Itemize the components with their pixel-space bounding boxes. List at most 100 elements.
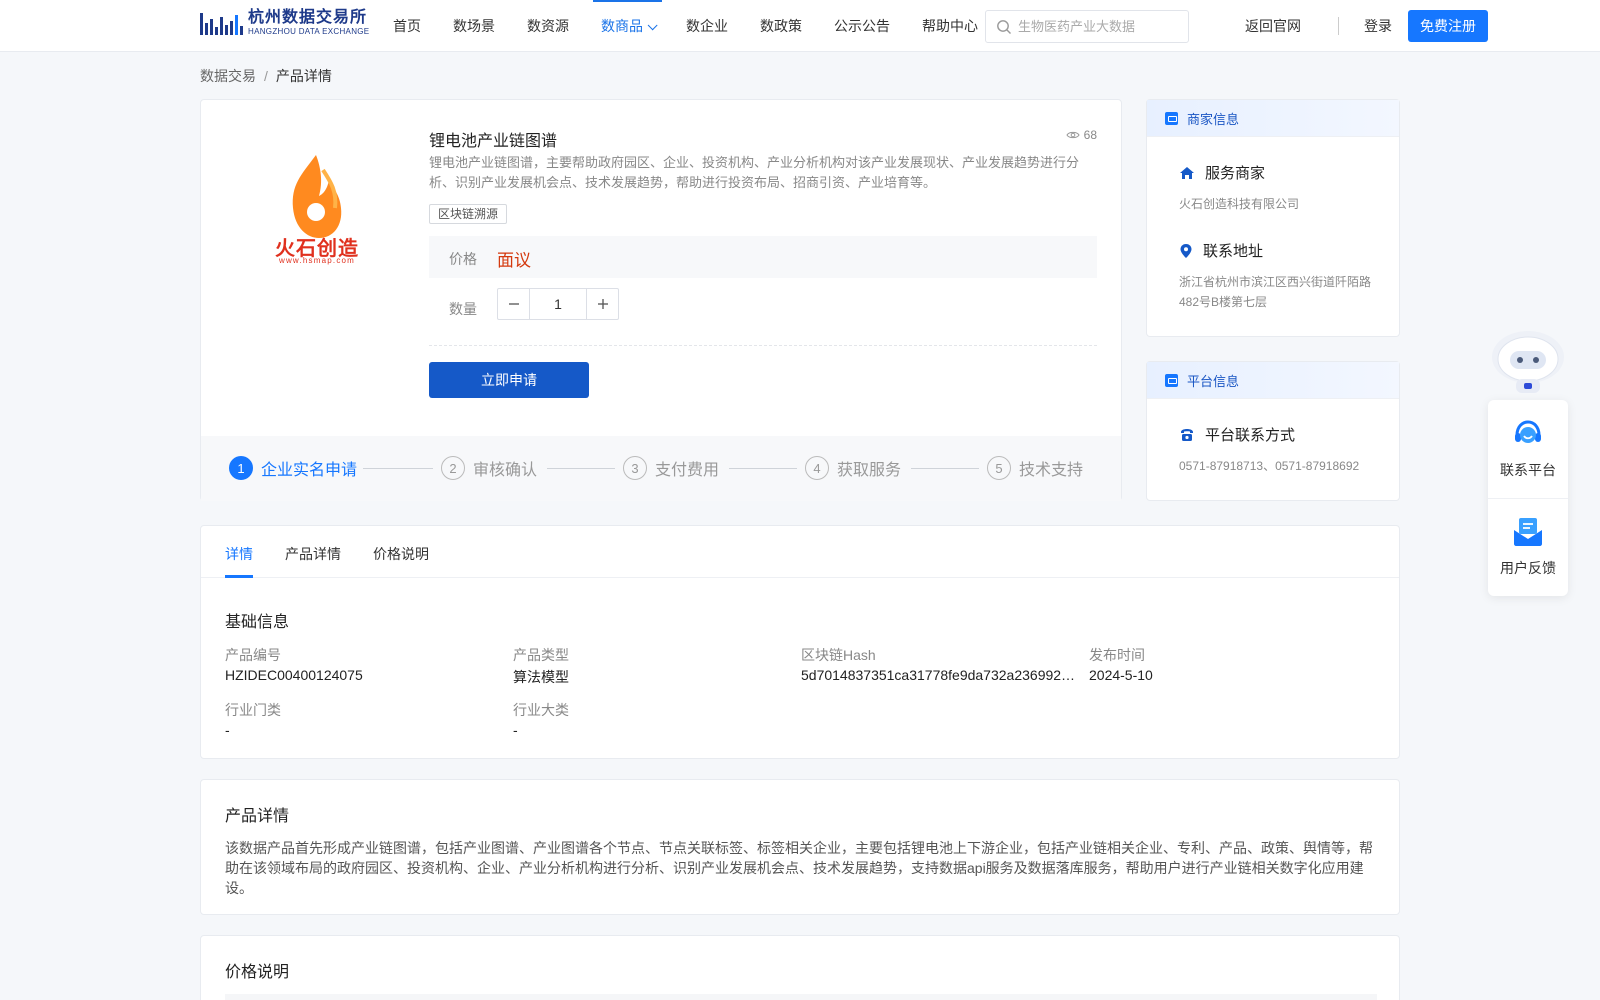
price-value: 面议 <box>497 251 531 270</box>
nav-enterprises[interactable]: 数企业 <box>678 0 736 52</box>
nav-home[interactable]: 首页 <box>385 0 429 52</box>
process-steps: 1 企业实名申请 2 审核确认 3 支付费用 4 获取服务 5 技术支持 <box>201 436 1121 501</box>
nav-help[interactable]: 帮助中心 <box>914 0 986 52</box>
merchant-info-title: 商家信息 <box>1187 111 1240 127</box>
field-label: 区块链Hash <box>801 647 876 663</box>
step-2: 2 审核确认 <box>441 456 537 480</box>
minus-icon <box>508 303 519 305</box>
details-card: 详情 产品详情 价格说明 基础信息 产品编号 HZIDEC00400124075… <box>200 525 1400 759</box>
platform-icon <box>1165 373 1178 387</box>
field-label: 行业门类 <box>225 702 281 718</box>
product-type-value: 算法模型 <box>513 669 569 685</box>
search-input[interactable] <box>1018 19 1178 34</box>
merchant-info-card: 商家信息 服务商家 火石创造科技有限公司 联系地址 浙江省杭州市滨江区西兴街道阡… <box>1146 99 1400 337</box>
quantity-stepper: 1 <box>497 288 619 320</box>
step-5: 5 技术支持 <box>987 456 1083 480</box>
platform-info-title: 平台信息 <box>1187 373 1240 389</box>
product-detail-title: 产品详情 <box>225 808 290 825</box>
detail-tabs: 详情 产品详情 价格说明 <box>201 526 1399 578</box>
tab-details[interactable]: 详情 <box>225 544 253 564</box>
nav-resources[interactable]: 数资源 <box>519 0 577 52</box>
contact-platform-button[interactable]: 联系平台 <box>1488 400 1568 498</box>
site-logo[interactable]: 杭州数据交易所 HANGZHOU DATA EXCHANGE <box>200 9 369 37</box>
platform-contact-value: 0571-87918713、0571-87918692 <box>1179 459 1360 473</box>
contact-platform-label: 联系平台 <box>1500 462 1556 478</box>
decrement-button[interactable] <box>498 289 529 319</box>
industry-category-value: - <box>225 722 230 738</box>
price-description-table <box>225 994 1377 1000</box>
step-4: 4 获取服务 <box>805 456 901 480</box>
home-icon <box>1180 166 1194 179</box>
product-title: 锂电池产业链图谱 <box>429 133 558 150</box>
field-label: 行业大类 <box>513 702 569 718</box>
industry-class-value: - <box>513 722 518 738</box>
divider <box>429 345 1097 346</box>
step-label: 审核确认 <box>473 462 538 479</box>
field-label: 发布时间 <box>1089 647 1145 663</box>
location-pin-icon <box>1180 243 1192 258</box>
view-count: 68 <box>1066 128 1097 142</box>
address-title: 联系地址 <box>1179 240 1263 261</box>
nav-products[interactable]: 数商品 <box>593 0 662 52</box>
address-value: 浙江省杭州市滨江区西兴街道阡陌路482号B楼第七层 <box>1179 275 1372 309</box>
breadcrumb-parent[interactable]: 数据交易 <box>200 68 256 84</box>
step-number: 5 <box>987 456 1011 480</box>
floating-service-panel: 联系平台 用户反馈 <box>1488 400 1568 596</box>
nav-scenes[interactable]: 数场景 <box>445 0 503 52</box>
basic-info-title: 基础信息 <box>225 614 290 631</box>
breadcrumb-separator: / <box>264 68 268 84</box>
step-connector <box>729 468 797 469</box>
field-label: 产品类型 <box>513 647 569 663</box>
tab-product-detail[interactable]: 产品详情 <box>285 544 341 564</box>
feedback-mail-icon <box>1514 518 1542 546</box>
logo-subtitle: HANGZHOU DATA EXCHANGE <box>248 27 370 36</box>
platform-contact-label: 平台联系方式 <box>1205 427 1296 444</box>
back-official-link[interactable]: 返回官网 <box>1245 0 1301 52</box>
search-box[interactable] <box>985 10 1189 43</box>
breadcrumb-current: 产品详情 <box>275 68 332 84</box>
increment-button[interactable] <box>587 289 618 319</box>
step-connector <box>911 468 979 469</box>
step-connector <box>363 468 433 469</box>
step-number: 4 <box>805 456 829 480</box>
product-detail-text: 该数据产品首先形成产业链图谱，包括产业图谱、产业图谱各个节点、节点关联标签、标签… <box>225 840 1373 896</box>
price-description-title: 价格说明 <box>225 964 290 981</box>
step-label: 支付费用 <box>655 462 720 479</box>
step-1: 1 企业实名申请 <box>229 456 357 480</box>
robot-assistant-icon[interactable] <box>1488 323 1568 403</box>
publish-date-value: 2024-5-10 <box>1089 667 1153 683</box>
product-card: 火石创造 www.hsmap.com 锂电池产业链图谱 68 锂电池产业链图谱，… <box>200 99 1122 501</box>
logo-bars-icon <box>200 9 244 37</box>
apply-button[interactable]: 立即申请 <box>429 362 589 398</box>
price-label: 价格 <box>449 251 477 267</box>
step-number: 3 <box>623 456 647 480</box>
nav-announcements[interactable]: 公示公告 <box>826 0 898 52</box>
main-nav: 首页 数场景 数资源 数商品 数企业 数政策 公示公告 帮助中心 <box>385 0 1002 52</box>
logo-title: 杭州数据交易所 <box>248 9 368 26</box>
top-header: 杭州数据交易所 HANGZHOU DATA EXCHANGE 首页 数场景 数资… <box>0 0 1600 52</box>
product-logo-image: 火石创造 www.hsmap.com <box>261 150 371 270</box>
platform-info-header: 平台信息 <box>1147 362 1399 399</box>
price-description-card: 价格说明 <box>200 935 1400 1000</box>
breadcrumb: 数据交易 / 产品详情 <box>200 66 332 86</box>
product-code-value: HZIDEC00400124075 <box>225 667 363 683</box>
service-merchant-title: 服务商家 <box>1179 162 1265 183</box>
logo-url-text: www.hsmap.com <box>278 256 356 265</box>
nav-policies[interactable]: 数政策 <box>752 0 810 52</box>
search-icon <box>997 19 1011 34</box>
register-button[interactable]: 免费注册 <box>1408 10 1488 42</box>
phone-icon <box>1181 428 1193 441</box>
user-feedback-button[interactable]: 用户反馈 <box>1488 498 1568 596</box>
plus-icon <box>597 299 608 309</box>
service-merchant-value: 火石创造科技有限公司 <box>1179 197 1300 211</box>
quantity-input[interactable]: 1 <box>529 289 587 319</box>
active-tab-indicator <box>225 575 253 578</box>
view-count-value: 68 <box>1083 128 1097 142</box>
price-row: 价格 面议 <box>429 236 1097 278</box>
chevron-down-icon <box>647 20 658 31</box>
tab-price-description[interactable]: 价格说明 <box>373 544 429 564</box>
header-divider <box>1338 17 1339 35</box>
login-link[interactable]: 登录 <box>1364 0 1392 52</box>
address-label: 联系地址 <box>1203 243 1264 260</box>
step-3: 3 支付费用 <box>623 456 719 480</box>
